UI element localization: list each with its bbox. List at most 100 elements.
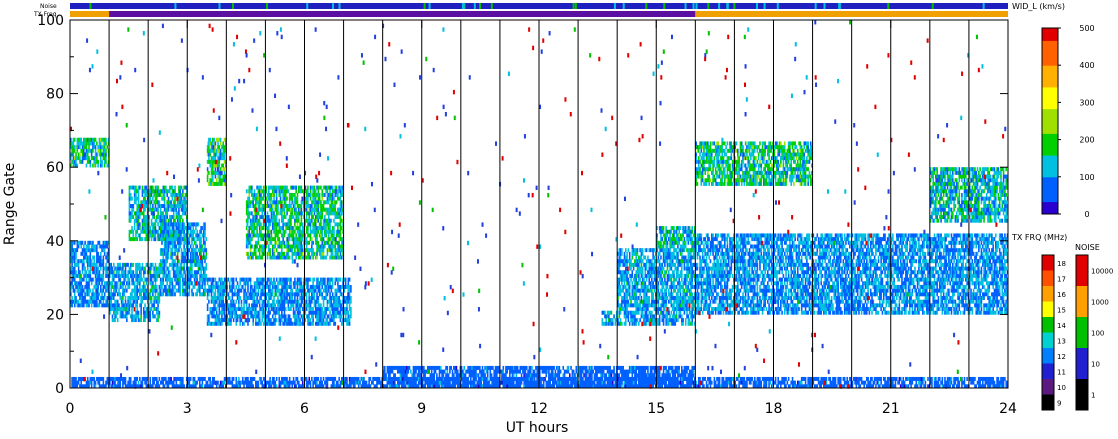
echo-cell (274, 321, 277, 326)
echo-cell (643, 277, 645, 282)
echo-cell (266, 211, 269, 216)
echo-cell (281, 244, 283, 249)
echo-cell (326, 292, 329, 297)
echo-cell (257, 240, 260, 245)
echo-cell (111, 281, 114, 286)
echo-cell (261, 318, 264, 323)
echo-cell (133, 222, 136, 227)
echo-cell (140, 318, 142, 323)
echo-cell (223, 170, 226, 175)
echo-cell (135, 192, 137, 197)
echo-cell (169, 244, 171, 249)
echo-cell (661, 277, 664, 282)
echo-cell (161, 237, 163, 242)
echo-cell (639, 318, 641, 323)
echo-cell (116, 310, 119, 315)
echo-cell (132, 233, 135, 238)
echo-cell (83, 288, 85, 293)
echo-cell (136, 292, 139, 297)
echo-cell (208, 292, 210, 297)
echo-cell (316, 233, 318, 238)
echo-cell (296, 296, 299, 300)
echo-cell (270, 296, 273, 300)
echo-cell (658, 314, 661, 319)
echo-cell (174, 240, 176, 245)
echo-cell (131, 211, 133, 216)
echo-cell (664, 262, 666, 267)
echo-cell (247, 244, 249, 249)
echo-cell (254, 318, 257, 323)
echo-cell (240, 288, 243, 293)
noise-strip-label: Noise (40, 3, 57, 10)
echo-cell (657, 255, 660, 260)
echo-cell (124, 284, 127, 289)
echo-cell (191, 281, 193, 286)
echo-cell (614, 321, 617, 326)
echo-cell (284, 307, 287, 312)
echo-cell (260, 296, 262, 300)
echo-cell (268, 189, 270, 194)
echo-cell (348, 321, 351, 326)
echo-cell (325, 233, 327, 238)
echo-cell (214, 288, 217, 293)
echo-cell (152, 204, 154, 208)
echo-cell (137, 196, 140, 201)
echo-cell (277, 296, 279, 300)
echo-cell (287, 303, 290, 308)
echo-cell (71, 303, 73, 308)
echo-cell (212, 167, 214, 172)
echo-cell (275, 318, 278, 323)
echo-cell (640, 262, 643, 267)
echo-cell (305, 296, 308, 300)
echo-cell (204, 259, 206, 264)
echo-cell (139, 185, 141, 190)
echo-cell (307, 185, 309, 190)
echo-cell (96, 156, 98, 161)
echo-cell (166, 259, 169, 264)
echo-cell (312, 240, 314, 245)
echo-cell (206, 296, 209, 300)
echo-cell (307, 196, 309, 201)
echo-cell (86, 266, 89, 271)
echo-cell (321, 240, 324, 245)
echo-cell (179, 281, 182, 286)
echo-cell (301, 244, 304, 249)
echo-cell (208, 314, 210, 319)
echo-cell (253, 222, 256, 227)
noise-strip-mark (338, 3, 341, 9)
echo-cell (350, 307, 352, 312)
echo-cell (213, 310, 215, 315)
echo-cell (627, 277, 630, 282)
echo-cell (180, 240, 183, 245)
echo-cell (84, 296, 86, 300)
echo-cell (231, 288, 234, 293)
echo-cell (128, 277, 131, 282)
echo-cell (253, 229, 256, 234)
echo-cell (326, 303, 329, 308)
echo-cell (135, 185, 137, 190)
echo-cell (309, 233, 312, 238)
echo-cell (333, 233, 335, 238)
echo-cell (648, 296, 651, 300)
echo-cell (75, 296, 77, 300)
echo-cell (89, 270, 92, 275)
echo-cell (142, 211, 145, 216)
echo-cell (329, 281, 331, 286)
echo-cell (118, 270, 120, 275)
echo-cell (219, 141, 222, 146)
echo-cell (275, 277, 278, 282)
echo-cell (157, 303, 159, 308)
echo-cell (142, 273, 145, 278)
noise-strip-mark (574, 3, 577, 9)
echo-cell (251, 244, 253, 249)
echo-cell (188, 292, 191, 297)
echo-cell (266, 281, 269, 286)
echo-cell (131, 292, 133, 297)
echo-cell (180, 215, 183, 220)
echo-cell (83, 148, 85, 153)
echo-cell (71, 262, 73, 267)
echo-cell (90, 281, 93, 286)
echo-cell (321, 307, 324, 312)
echo-cell (214, 145, 217, 150)
echo-cell (77, 244, 80, 249)
